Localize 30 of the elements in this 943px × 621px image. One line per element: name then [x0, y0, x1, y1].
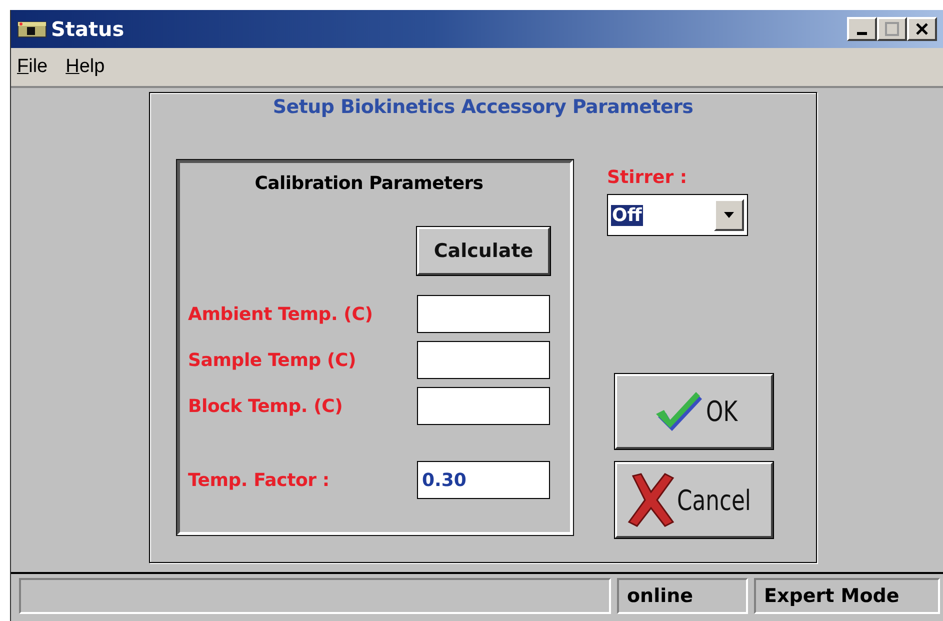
cross-icon	[627, 472, 675, 528]
close-button[interactable]	[907, 17, 937, 41]
status-panel: Expert Mode	[754, 578, 940, 614]
app-icon	[17, 19, 47, 39]
check-icon	[654, 390, 704, 432]
selected-value: Off	[611, 204, 643, 226]
field-label: Temp. Factor :	[188, 470, 330, 490]
maximize-button[interactable]	[877, 17, 907, 41]
group-title: Calibration Parameters	[254, 173, 484, 194]
ok-button[interactable]: OK	[615, 374, 773, 449]
minimize-button[interactable]	[847, 17, 877, 41]
stirrer-label: Stirrer :	[607, 167, 688, 188]
maximize-icon	[885, 22, 899, 36]
input-field[interactable]: 0.30	[417, 461, 550, 499]
dialog-title: Setup Biokinetics Accessory Parameters	[272, 96, 694, 118]
menu-item[interactable]: Help	[66, 56, 105, 78]
minimize-icon	[857, 32, 867, 35]
cancel-button[interactable]: Cancel	[615, 462, 773, 538]
menu-item[interactable]: File	[17, 56, 48, 78]
stirrer-dropdown[interactable]: Off	[607, 194, 748, 236]
input-field[interactable]	[417, 295, 550, 333]
field-label: Block Temp. (C)	[188, 396, 343, 416]
input-field[interactable]	[417, 341, 550, 379]
status-panel: online	[617, 578, 748, 614]
field-label: Sample Temp (C)	[188, 350, 356, 370]
calculate-button[interactable]: Calculate	[417, 227, 550, 275]
close-icon	[915, 22, 929, 36]
input-field[interactable]	[417, 387, 550, 425]
window-title: Status	[51, 17, 124, 41]
field-label: Ambient Temp. (C)	[188, 304, 373, 324]
